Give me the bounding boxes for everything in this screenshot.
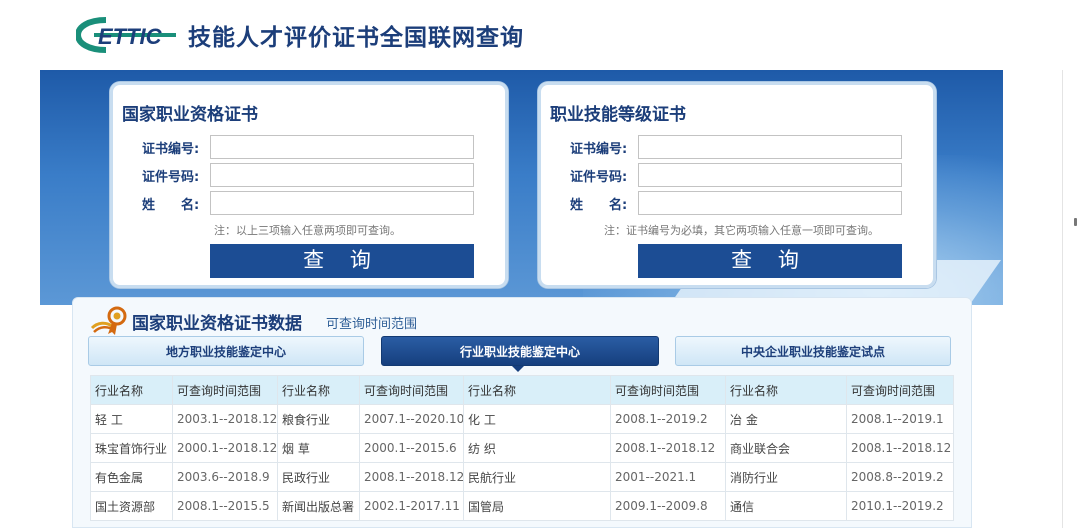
form-row-cert-number: 证书编号: <box>110 135 508 159</box>
column-header: 行业名称 <box>90 375 173 405</box>
industry-cell: 商业联合会 <box>725 433 847 463</box>
field-label: 姓 名: <box>570 198 628 213</box>
industry-cell: 烟 草 <box>277 433 360 463</box>
range-cell: 2008.1--2015.5 <box>172 491 278 521</box>
page-edge-divider <box>1062 70 1063 528</box>
range-cell: 2000.1--2018.12 <box>172 433 278 463</box>
field-label: 证件号码: <box>570 170 628 185</box>
site-header: ETTIC 技能人才评价证书全国联网查询 <box>0 0 1080 70</box>
range-cell: 2008.1--2018.12 <box>359 462 464 492</box>
range-cell: 2007.1--2020.10 <box>359 404 464 434</box>
table-row: 国土资源部 2008.1--2015.5 新闻出版总署 2002.1-2017.… <box>90 491 954 521</box>
field-label: 证书编号: <box>142 142 200 157</box>
range-cell: 2003.1--2018.12 <box>172 404 278 434</box>
table-row: 有色金属 2003.6--2018.9 民政行业 2008.1--2018.12… <box>90 462 954 492</box>
cert-number-input[interactable] <box>210 135 474 159</box>
industry-cell: 化 工 <box>463 404 611 434</box>
field-label: 姓 名: <box>142 198 200 213</box>
form-note: 注：以上三项输入任意两项即可查询。 <box>214 224 401 237</box>
column-header: 可查询时间范围 <box>359 375 464 405</box>
range-cell: 2001--2021.1 <box>610 462 726 492</box>
industry-cell: 国管局 <box>463 491 611 521</box>
industry-cell: 国土资源部 <box>90 491 173 521</box>
vocational-certificate-card: 国家职业资格证书 证书编号: 证件号码: 姓 名: 注：以上三项输入任意两项即可… <box>110 82 508 288</box>
cert-number-input[interactable] <box>638 135 902 159</box>
industry-cell: 珠宝首饰行业 <box>90 433 173 463</box>
range-cell: 2008.8--2019.2 <box>846 462 954 492</box>
form-note: 注：证书编号为必填，其它两项输入任意一项即可查询。 <box>604 224 879 237</box>
id-number-input[interactable] <box>210 163 474 187</box>
column-header: 行业名称 <box>277 375 360 405</box>
range-cell: 2008.1--2019.2 <box>610 404 726 434</box>
industry-cell: 消防行业 <box>725 462 847 492</box>
table-row: 轻 工 2003.1--2018.12 粮食行业 2007.1--2020.10… <box>90 404 954 434</box>
industry-cell: 冶 金 <box>725 404 847 434</box>
column-header: 行业名称 <box>463 375 611 405</box>
form-row-name: 姓 名: <box>110 191 508 215</box>
range-cell: 2008.1--2019.1 <box>846 404 954 434</box>
site-title: 技能人才评价证书全国联网查询 <box>188 25 524 51</box>
industry-cell: 通信 <box>725 491 847 521</box>
column-header: 行业名称 <box>725 375 847 405</box>
card-title: 国家职业资格证书 <box>122 105 258 125</box>
range-cell: 2000.1--2015.6 <box>359 433 464 463</box>
industry-cell: 新闻出版总署 <box>277 491 360 521</box>
name-input[interactable] <box>210 191 474 215</box>
range-cell: 2010.1--2019.2 <box>846 491 954 521</box>
field-label: 证件号码: <box>142 170 200 185</box>
panel-title: 国家职业资格证书数据 <box>132 314 302 334</box>
query-range-table: 行业名称 可查询时间范围 行业名称 可查询时间范围 行业名称 可查询时间范围 行… <box>90 375 954 521</box>
active-tab-caret <box>512 366 524 372</box>
industry-cell: 纺 织 <box>463 433 611 463</box>
field-label: 证书编号: <box>570 142 628 157</box>
logo-text: ETTIC <box>98 24 163 49</box>
range-cell: 2008.1--2018.12 <box>610 433 726 463</box>
industry-cell: 粮食行业 <box>277 404 360 434</box>
query-button[interactable]: 查 询 <box>638 244 902 278</box>
table-header-row: 行业名称 可查询时间范围 行业名称 可查询时间范围 行业名称 可查询时间范围 行… <box>90 375 954 405</box>
ribbon-medal-icon <box>90 306 127 335</box>
column-header: 可查询时间范围 <box>172 375 278 405</box>
form-row-cert-number: 证书编号: <box>538 135 936 159</box>
column-header: 可查询时间范围 <box>846 375 954 405</box>
industry-cell: 民航行业 <box>463 462 611 492</box>
id-number-input[interactable] <box>638 163 902 187</box>
form-row-id-number: 证件号码: <box>110 163 508 187</box>
column-header: 可查询时间范围 <box>610 375 726 405</box>
range-cell: 2002.1-2017.11 <box>359 491 464 521</box>
scroll-indicator[interactable] <box>1074 218 1077 226</box>
range-cell: 2008.1--2018.12 <box>846 433 954 463</box>
tab-local-appraisal-center[interactable]: 地方职业技能鉴定中心 <box>88 336 364 366</box>
panel-subtitle: 可查询时间范围 <box>326 317 418 332</box>
range-cell: 2003.6--2018.9 <box>172 462 278 492</box>
tab-industry-appraisal-center[interactable]: 行业职业技能鉴定中心 <box>381 336 659 366</box>
table-row: 珠宝首饰行业 2000.1--2018.12 烟 草 2000.1--2015.… <box>90 433 954 463</box>
industry-cell: 民政行业 <box>277 462 360 492</box>
form-row-id-number: 证件号码: <box>538 163 936 187</box>
ettic-logo[interactable]: ETTIC <box>76 16 180 54</box>
tab-central-enterprise-pilot[interactable]: 中央企业职业技能鉴定试点 <box>675 336 951 366</box>
industry-cell: 轻 工 <box>90 404 173 434</box>
query-button[interactable]: 查 询 <box>210 244 474 278</box>
name-input[interactable] <box>638 191 902 215</box>
card-title: 职业技能等级证书 <box>550 105 686 125</box>
industry-cell: 有色金属 <box>90 462 173 492</box>
range-cell: 2009.1--2009.8 <box>610 491 726 521</box>
skill-level-certificate-card: 职业技能等级证书 证书编号: 证件号码: 姓 名: 注：证书编号为必填，其它两项… <box>538 82 936 288</box>
form-row-name: 姓 名: <box>538 191 936 215</box>
